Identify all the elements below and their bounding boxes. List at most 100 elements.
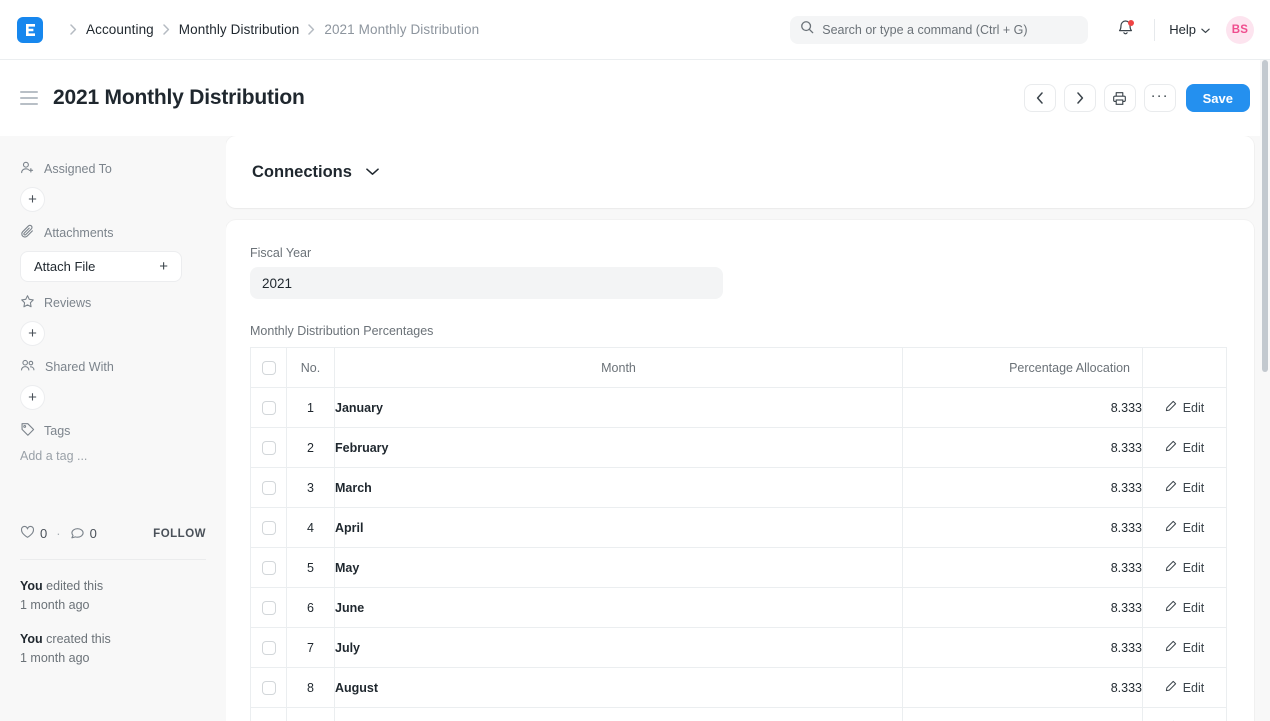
edit-row-button[interactable]: Edit: [1143, 680, 1226, 695]
row-month[interactable]: March: [335, 468, 903, 508]
row-checkbox[interactable]: [262, 401, 276, 415]
select-all-checkbox[interactable]: [262, 361, 276, 375]
sidebar-toggle-icon[interactable]: [20, 88, 40, 108]
pencil-icon: [1165, 640, 1177, 655]
column-header-month-label: Month: [335, 361, 902, 375]
table-row[interactable]: 9 September 8.333 Edit: [251, 708, 1227, 721]
column-header-no-label: No.: [287, 361, 334, 375]
row-percentage[interactable]: 8.333: [903, 708, 1143, 721]
shared-with-header: Shared With: [20, 358, 206, 376]
search-input[interactable]: Search or type a command (Ctrl + G): [790, 16, 1088, 44]
pencil-icon: [1165, 520, 1177, 535]
edit-row-button[interactable]: Edit: [1143, 640, 1226, 655]
previous-document-button[interactable]: [1024, 84, 1056, 112]
table-row[interactable]: 5 May 8.333 Edit: [251, 548, 1227, 588]
row-percentage[interactable]: 8.333: [903, 548, 1143, 588]
row-select-cell: [251, 468, 287, 508]
edit-row-button[interactable]: Edit: [1143, 400, 1226, 415]
breadcrumb-item-current: 2021 Monthly Distribution: [324, 22, 479, 37]
add-review-button[interactable]: +: [20, 321, 45, 346]
row-month[interactable]: May: [335, 548, 903, 588]
sidebar-label-shared-with: Shared With: [45, 360, 114, 374]
attach-file-button[interactable]: Attach File +: [20, 251, 182, 282]
activity-time: 1 month ago: [20, 598, 90, 612]
help-menu[interactable]: Help: [1169, 22, 1210, 37]
table-row[interactable]: 4 April 8.333 Edit: [251, 508, 1227, 548]
table-row[interactable]: 1 January 8.333 Edit: [251, 388, 1227, 428]
row-month[interactable]: August: [335, 668, 903, 708]
chevron-down-icon[interactable]: [366, 168, 379, 176]
row-no: 8: [287, 668, 335, 708]
activity-actor: You: [20, 579, 43, 593]
table-row[interactable]: 6 June 8.333 Edit: [251, 588, 1227, 628]
page-actions: ··· Save: [1024, 84, 1250, 112]
edit-label: Edit: [1183, 601, 1205, 615]
breadcrumb-separator: [163, 24, 170, 35]
edit-row-button[interactable]: Edit: [1143, 600, 1226, 615]
add-share-button[interactable]: +: [20, 385, 45, 410]
row-percentage[interactable]: 8.333: [903, 628, 1143, 668]
pencil-icon: [1165, 560, 1177, 575]
edit-row-button[interactable]: Edit: [1143, 520, 1226, 535]
sidebar-section-tags: Tags Add a tag ...: [20, 422, 206, 463]
pencil-icon: [1165, 600, 1177, 615]
edit-row-button[interactable]: Edit: [1143, 560, 1226, 575]
row-checkbox[interactable]: [262, 521, 276, 535]
page-scrollbar-thumb[interactable]: [1262, 60, 1268, 372]
notifications-button[interactable]: [1110, 15, 1140, 45]
fiscal-year-label: Fiscal Year: [250, 246, 1230, 260]
table-row[interactable]: 7 July 8.333 Edit: [251, 628, 1227, 668]
more-options-button[interactable]: ···: [1144, 84, 1176, 112]
table-header: No. Month Percentage Allocation: [251, 348, 1227, 388]
add-assignment-button[interactable]: +: [20, 187, 45, 212]
row-percentage[interactable]: 8.333: [903, 588, 1143, 628]
row-checkbox[interactable]: [262, 481, 276, 495]
row-checkbox[interactable]: [262, 561, 276, 575]
edit-row-button[interactable]: Edit: [1143, 480, 1226, 495]
print-button[interactable]: [1104, 84, 1136, 112]
row-month[interactable]: June: [335, 588, 903, 628]
row-percentage[interactable]: 8.333: [903, 468, 1143, 508]
row-select-cell: [251, 668, 287, 708]
edit-row-button[interactable]: Edit: [1143, 440, 1226, 455]
row-month[interactable]: February: [335, 428, 903, 468]
table-row[interactable]: 3 March 8.333 Edit: [251, 468, 1227, 508]
row-checkbox[interactable]: [262, 641, 276, 655]
page-scrollbar-track[interactable]: [1260, 60, 1270, 721]
table-row[interactable]: 8 August 8.333 Edit: [251, 668, 1227, 708]
row-checkbox[interactable]: [262, 681, 276, 695]
sidebar-label-attachments: Attachments: [44, 226, 113, 240]
row-month[interactable]: April: [335, 508, 903, 548]
sidebar-section-assigned-to: Assigned To +: [20, 160, 206, 212]
row-checkbox[interactable]: [262, 441, 276, 455]
row-percentage[interactable]: 8.333: [903, 668, 1143, 708]
erpnext-logo-icon[interactable]: [17, 17, 43, 43]
row-month[interactable]: September: [335, 708, 903, 721]
table-row[interactable]: 2 February 8.333 Edit: [251, 428, 1227, 468]
heart-icon[interactable]: [20, 525, 35, 542]
attachments-header: Attachments: [20, 224, 206, 242]
row-month[interactable]: July: [335, 628, 903, 668]
row-edit-cell: Edit: [1143, 708, 1227, 721]
edit-label: Edit: [1183, 641, 1205, 655]
plus-icon: +: [159, 258, 168, 275]
grid-label: Monthly Distribution Percentages: [250, 324, 1230, 338]
row-percentage[interactable]: 8.333: [903, 508, 1143, 548]
pencil-icon: [1165, 400, 1177, 415]
save-button[interactable]: Save: [1186, 84, 1250, 112]
attach-file-label: Attach File: [34, 259, 95, 274]
breadcrumb-item-monthly-distribution[interactable]: Monthly Distribution: [179, 22, 300, 37]
follow-button[interactable]: FOLLOW: [153, 528, 206, 540]
comment-icon[interactable]: [70, 525, 85, 542]
row-percentage[interactable]: 8.333: [903, 428, 1143, 468]
row-month[interactable]: January: [335, 388, 903, 428]
edit-label: Edit: [1183, 521, 1205, 535]
avatar[interactable]: BS: [1226, 16, 1254, 44]
next-document-button[interactable]: [1064, 84, 1096, 112]
fiscal-year-input[interactable]: 2021: [250, 267, 723, 299]
row-checkbox[interactable]: [262, 601, 276, 615]
add-tag-input[interactable]: Add a tag ...: [20, 449, 206, 463]
row-percentage[interactable]: 8.333: [903, 388, 1143, 428]
sidebar-section-reviews: Reviews +: [20, 294, 206, 346]
breadcrumb-item-accounting[interactable]: Accounting: [86, 22, 154, 37]
